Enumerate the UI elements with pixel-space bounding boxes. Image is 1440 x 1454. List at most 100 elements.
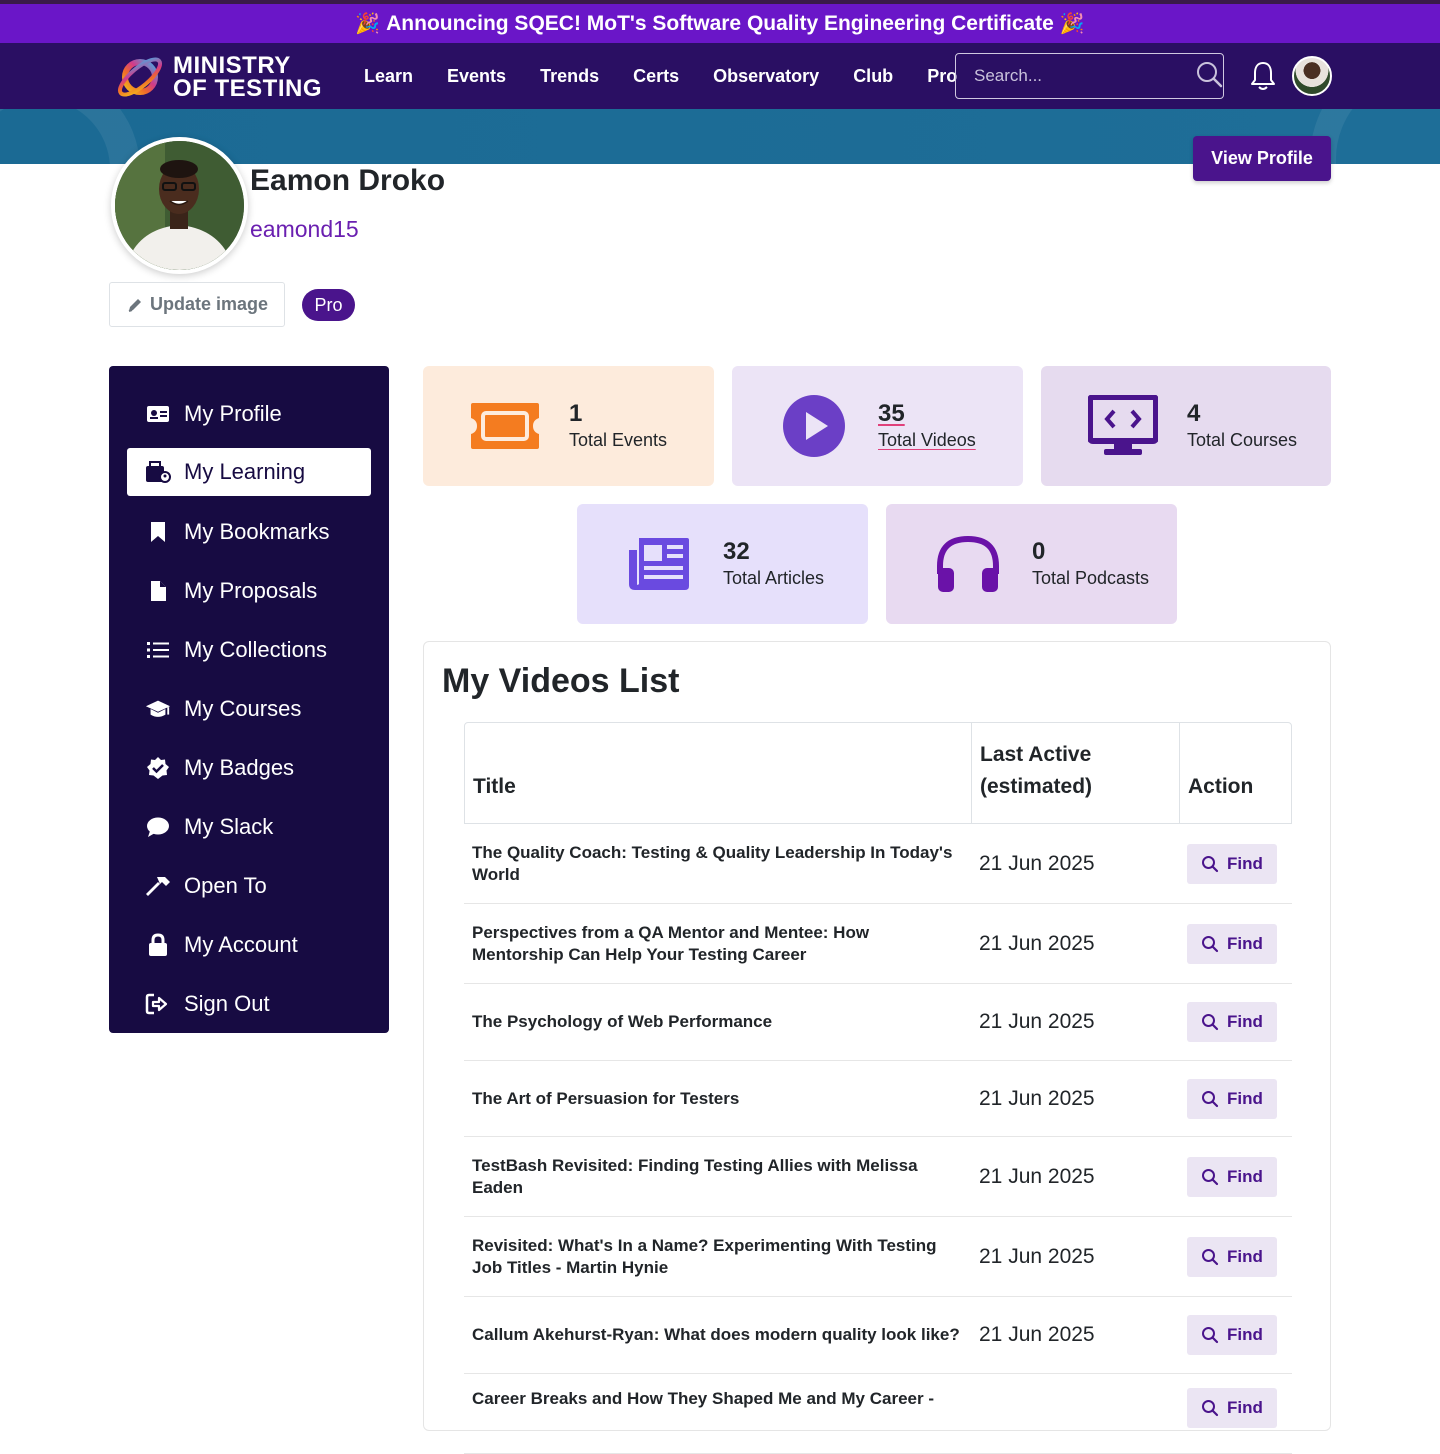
search-input[interactable] [974, 66, 1195, 86]
bookmark-icon [145, 519, 171, 545]
video-title: The Art of Persuasion for Testers [472, 1088, 740, 1108]
lock-icon [145, 932, 171, 958]
search-icon [1202, 935, 1219, 952]
sidebar-item-my-bookmarks[interactable]: My Bookmarks [109, 502, 389, 561]
find-button[interactable]: Find [1187, 1315, 1277, 1355]
stat-card-videos[interactable]: 35 Total Videos [732, 366, 1023, 486]
find-button[interactable]: Find [1187, 1002, 1277, 1042]
search-icon [1202, 1168, 1219, 1185]
file-icon [145, 578, 171, 604]
sidebar-item-label: Sign Out [184, 990, 270, 1016]
view-profile-button[interactable]: View Profile [1193, 136, 1331, 181]
stat-label-courses: Total Courses [1187, 430, 1298, 450]
stat-label-articles: Total Articles [723, 568, 825, 588]
update-image-button[interactable]: Update image [109, 282, 285, 327]
top-navbar: MINISTRY OF TESTING Learn Events Trends … [0, 43, 1440, 109]
party-popper-icon: 🎉 [1059, 13, 1085, 35]
search-icon [1202, 1014, 1219, 1031]
table-row: Revisited: What's In a Name? Experimenti… [464, 1217, 1292, 1297]
stat-label-podcasts: Total Podcasts [1032, 568, 1150, 588]
video-title: Callum Akehurst-Ryan: What does modern q… [472, 1325, 960, 1344]
search-icon [1202, 1090, 1219, 1107]
id-card-icon [145, 401, 171, 427]
sidebar-item-my-slack[interactable]: My Slack [109, 797, 389, 856]
profile-handle[interactable]: eamond15 [250, 216, 359, 243]
find-button[interactable]: Find [1187, 1388, 1277, 1428]
logo-planet-icon [113, 50, 167, 104]
announcement-bar[interactable]: 🎉 Announcing SQEC! MoT's Software Qualit… [0, 0, 1440, 43]
stat-card-events[interactable]: 1 Total Events [423, 366, 714, 486]
find-button[interactable]: Find [1187, 843, 1277, 884]
stat-card-courses[interactable]: 4 Total Courses [1041, 366, 1331, 486]
stat-value-videos[interactable]: 35 [878, 400, 905, 428]
stat-card-podcasts[interactable]: 0 Total Podcasts [886, 504, 1177, 624]
sidebar-item-label: My Bookmarks [184, 518, 330, 544]
video-date: 21 Jun 2025 [979, 1086, 1095, 1110]
sidebar-item-label: My Account [184, 931, 298, 957]
video-date: 21 Jun 2025 [979, 1244, 1095, 1268]
sidebar-item-label: My Proposals [184, 577, 318, 603]
sidebar-item-my-courses[interactable]: My Courses [109, 679, 389, 738]
stat-label-events: Total Events [569, 430, 668, 450]
sidebar-item-my-collections[interactable]: My Collections [109, 620, 389, 679]
table-row: Career Breaks and How They Shaped Me and… [464, 1374, 1292, 1454]
stat-value-podcasts: 0 [1032, 538, 1046, 565]
nav-link-pro[interactable]: Pro [927, 66, 957, 87]
column-header-last-active: Last Active (estimated) [972, 723, 1180, 823]
party-popper-icon: 🎉 [355, 13, 381, 35]
sidebar-item-label: My Profile [184, 400, 282, 426]
site-logo[interactable]: MINISTRY OF TESTING [113, 49, 328, 105]
video-title: TestBash Revisited: Finding Testing Alli… [472, 1155, 918, 1197]
find-button[interactable]: Find [1187, 1078, 1277, 1119]
banner-decoration [0, 109, 140, 164]
nav-link-events[interactable]: Events [447, 66, 506, 87]
video-title: Perspectives from a QA Mentor and Mentee… [472, 922, 870, 964]
sidebar-item-my-profile[interactable]: My Profile [109, 384, 389, 443]
sidebar-item-my-proposals[interactable]: My Proposals [109, 561, 389, 620]
nav-link-trends[interactable]: Trends [540, 66, 599, 87]
badge-check-icon [145, 755, 171, 781]
find-button[interactable]: Find [1187, 1236, 1277, 1277]
sidebar-item-open-to[interactable]: Open To [109, 856, 389, 915]
user-avatar[interactable] [1292, 56, 1332, 96]
announcement-text[interactable]: Announcing SQEC! MoT's Software Quality … [386, 12, 1054, 36]
search-icon[interactable] [1195, 60, 1223, 93]
find-label: Find [1227, 1398, 1263, 1417]
video-title: Career Breaks and How They Shaped Me and… [472, 1389, 934, 1408]
nav-link-learn[interactable]: Learn [364, 66, 413, 87]
list-icon [145, 637, 171, 663]
sidebar-item-sign-out[interactable]: Sign Out [109, 974, 389, 1033]
sidebar-item-my-account[interactable]: My Account [109, 915, 389, 974]
logo-line-2: OF TESTING [173, 75, 322, 102]
hammer-icon [145, 873, 171, 899]
search-icon [1202, 1327, 1219, 1344]
video-date: 21 Jun 2025 [979, 1164, 1095, 1188]
find-button[interactable]: Find [1187, 923, 1277, 964]
table-row: Perspectives from a QA Mentor and Mentee… [464, 904, 1292, 984]
column-header-title: Title [465, 723, 972, 823]
find-label: Find [1227, 1325, 1263, 1344]
stat-card-articles[interactable]: 32 Total Articles [577, 504, 868, 624]
column-header-action: Action [1188, 775, 1254, 798]
find-label: Find [1227, 853, 1263, 873]
videos-title: My Videos List [442, 662, 680, 700]
find-label: Find [1227, 1012, 1263, 1031]
learning-icon [145, 459, 171, 485]
newspaper-icon [623, 530, 695, 598]
search-icon [1202, 855, 1219, 872]
search-icon [1202, 1400, 1219, 1417]
pencil-icon [128, 298, 141, 312]
stat-label-videos[interactable]: Total Videos [878, 430, 976, 451]
sidebar-item-my-learning[interactable]: My Learning [127, 448, 371, 496]
nav-link-certs[interactable]: Certs [633, 66, 679, 87]
bell-icon[interactable] [1248, 60, 1278, 92]
find-button[interactable]: Find [1187, 1156, 1277, 1197]
video-date: 21 Jun 2025 [979, 931, 1095, 955]
sidebar-item-label: My Learning [184, 459, 306, 484]
nav-link-observatory[interactable]: Observatory [713, 66, 819, 87]
sidebar-item-my-badges[interactable]: My Badges [109, 738, 389, 797]
video-title: Revisited: What's In a Name? Experimenti… [472, 1235, 937, 1277]
table-row: Callum Akehurst-Ryan: What does modern q… [464, 1297, 1292, 1374]
chat-icon [145, 814, 171, 840]
nav-link-club[interactable]: Club [853, 66, 893, 87]
